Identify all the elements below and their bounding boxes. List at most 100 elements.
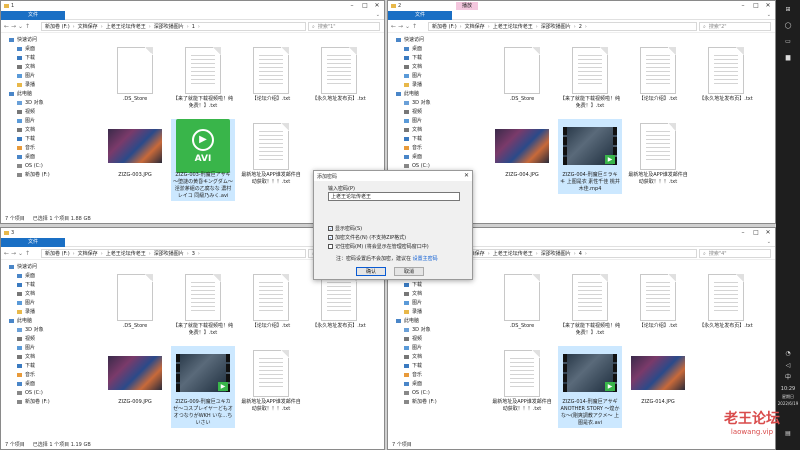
nav-item-videos[interactable]: 视频 bbox=[388, 334, 474, 343]
close-icon[interactable]: ✕ bbox=[371, 1, 383, 11]
recent-icon[interactable]: ⌄ bbox=[17, 250, 24, 257]
ribbon-expand-icon[interactable]: ⌄ bbox=[767, 12, 771, 18]
maximize-icon[interactable]: □ bbox=[750, 1, 762, 11]
maximize-icon[interactable]: □ bbox=[359, 1, 371, 11]
forward-icon[interactable]: → bbox=[10, 250, 17, 257]
nav-item-videos[interactable]: 视频 bbox=[1, 334, 87, 343]
file-item[interactable]: 【论坛介绍】.txt bbox=[239, 270, 303, 331]
nav-item-documents[interactable]: 文档 bbox=[1, 62, 87, 71]
encrypt-names-checkbox[interactable]: ✓ 加密文件名(N) (不支持ZIP格式) bbox=[328, 234, 406, 241]
dialog-close-icon[interactable]: ✕ bbox=[464, 172, 469, 179]
set-master-password-link[interactable]: 设置主密码 bbox=[413, 256, 438, 262]
nav-item-this_pc[interactable]: 此电脑 bbox=[1, 89, 87, 98]
password-input[interactable]: 上老王论坛传老王 bbox=[328, 192, 460, 201]
nav-item-pictures2[interactable]: 图片 bbox=[388, 343, 474, 352]
nav-item-objects3d[interactable]: 3D 对象 bbox=[388, 325, 474, 334]
ribbon-expand-icon[interactable]: ⌄ bbox=[376, 12, 380, 18]
nav-item-music[interactable]: 音乐 bbox=[388, 143, 474, 152]
breadcrumb-item[interactable]: 深邵吹播图片 bbox=[541, 23, 571, 30]
file-item[interactable]: 最新地址及APP谁发邮件自动获取！！！.txt bbox=[626, 119, 690, 187]
nav-item-desktop2[interactable]: 桌面 bbox=[388, 379, 474, 388]
nav-item-desktop[interactable]: 桌面 bbox=[1, 44, 87, 53]
breadcrumb-item[interactable]: 新加卷 (F:) bbox=[432, 23, 457, 30]
nav-item-drive_c[interactable]: OS (C:) bbox=[388, 388, 474, 397]
nav-item-music[interactable]: 音乐 bbox=[388, 370, 474, 379]
minimize-icon[interactable]: – bbox=[737, 228, 749, 238]
file-item[interactable]: .DS_Store bbox=[103, 270, 167, 331]
breadcrumb-item[interactable]: 上老王论坛传老王 bbox=[106, 23, 146, 30]
file-item[interactable]: 【永久地址发布页】.txt bbox=[694, 43, 758, 104]
file-item[interactable]: ZIZG-003.JPG bbox=[103, 119, 167, 180]
nav-item-drive_f[interactable]: 新加卷 (F:) bbox=[1, 397, 87, 406]
remember-password-checkbox[interactable]: 记住密码(M) (将会显示在管理密码窗口中) bbox=[328, 243, 429, 250]
breadcrumb-item[interactable]: 深邵吹播图片 bbox=[154, 23, 184, 30]
nav-item-pictures2[interactable]: 图片 bbox=[1, 116, 87, 125]
file-item[interactable]: ZIZG-014.JPG bbox=[626, 346, 690, 407]
nav-item-recordings[interactable]: 录播 bbox=[1, 80, 87, 89]
nav-item-drive_c[interactable]: OS (C:) bbox=[388, 161, 474, 170]
file-item[interactable]: .DS_Store bbox=[103, 43, 167, 104]
nav-item-downloads2[interactable]: 下载 bbox=[1, 134, 87, 143]
up-icon[interactable]: ↑ bbox=[24, 250, 31, 257]
breadcrumb-item[interactable]: 新加卷 (F:) bbox=[45, 250, 70, 257]
nav-item-pictures[interactable]: 图片 bbox=[1, 71, 87, 80]
show-password-checkbox[interactable]: ✓ 显示密码(S) bbox=[328, 225, 362, 232]
nav-item-documents[interactable]: 文档 bbox=[1, 289, 87, 298]
breadcrumb-item[interactable]: 文档保存 bbox=[465, 23, 485, 30]
ribbon-tab-0[interactable]: 文件 bbox=[1, 10, 65, 20]
breadcrumb-item[interactable]: 深邵吹播图片 bbox=[541, 250, 571, 257]
address-bar[interactable]: 新加卷 (F:) › 文档保存 › 上老王论坛传老王 › 深邵吹播图片 › 1 › bbox=[41, 22, 306, 31]
breadcrumb-item[interactable]: 文档保存 bbox=[78, 250, 98, 257]
breadcrumb-item[interactable]: 新加卷 (F:) bbox=[45, 23, 70, 30]
breadcrumb-item[interactable]: 上老王论坛传老王 bbox=[493, 23, 533, 30]
nav-item-downloads2[interactable]: 下载 bbox=[388, 134, 474, 143]
back-icon[interactable]: ← bbox=[3, 23, 10, 30]
cancel-button[interactable]: 取消 bbox=[394, 267, 424, 276]
file-item[interactable]: 【永久地址发布页】.txt bbox=[694, 270, 758, 331]
file-item[interactable]: 【永久地址发布页】.txt bbox=[307, 43, 371, 104]
breadcrumb-item[interactable]: 1 bbox=[192, 24, 195, 30]
maximize-icon[interactable]: □ bbox=[750, 228, 762, 238]
nav-item-desktop2[interactable]: 桌面 bbox=[1, 152, 87, 161]
file-item[interactable]: .DS_Store bbox=[490, 43, 554, 104]
ribbon-tab-0[interactable]: 文件 bbox=[388, 10, 452, 20]
back-icon[interactable]: ← bbox=[3, 250, 10, 257]
nav-item-documents[interactable]: 文档 bbox=[388, 289, 474, 298]
ribbon-tab-0[interactable]: 文件 bbox=[1, 237, 65, 247]
nav-item-quick_access[interactable]: 快速访问 bbox=[388, 35, 474, 44]
nav-item-pictures2[interactable]: 图片 bbox=[1, 343, 87, 352]
breadcrumb-item[interactable]: 深邵吹播图片 bbox=[154, 250, 184, 257]
nav-item-this_pc[interactable]: 此电脑 bbox=[1, 316, 87, 325]
minimize-icon[interactable]: – bbox=[737, 1, 749, 11]
nav-item-drive_c[interactable]: OS (C:) bbox=[1, 388, 87, 397]
breadcrumb-item[interactable]: 上老王论坛传老王 bbox=[106, 250, 146, 257]
file-item[interactable]: 【来了就能下载视频啦！纯免费！】.txt bbox=[171, 43, 235, 111]
nav-item-this_pc[interactable]: 此电脑 bbox=[388, 316, 474, 325]
nav-item-downloads[interactable]: 下载 bbox=[1, 53, 87, 62]
nav-item-documents2[interactable]: 文档 bbox=[388, 352, 474, 361]
nav-item-recordings[interactable]: 录播 bbox=[388, 307, 474, 316]
breadcrumb-item[interactable]: 上老王论坛传老王 bbox=[493, 250, 533, 257]
nav-item-desktop[interactable]: 桌面 bbox=[388, 44, 474, 53]
nav-item-pictures2[interactable]: 图片 bbox=[388, 116, 474, 125]
network-icon[interactable]: ◔ bbox=[776, 350, 800, 357]
nav-item-videos[interactable]: 视频 bbox=[1, 107, 87, 116]
nav-item-downloads2[interactable]: 下载 bbox=[1, 361, 87, 370]
nav-item-desktop2[interactable]: 桌面 bbox=[388, 152, 474, 161]
file-item[interactable]: 【来了就能下载视频啦！纯免费！】.txt bbox=[558, 270, 622, 338]
nav-item-desktop[interactable]: 桌面 bbox=[1, 271, 87, 280]
nav-item-quick_access[interactable]: 快速访问 bbox=[1, 262, 87, 271]
breadcrumb-item[interactable]: 2 bbox=[579, 24, 582, 30]
task-view-icon[interactable]: ▭ bbox=[776, 38, 800, 45]
back-icon[interactable]: ← bbox=[390, 23, 397, 30]
nav-item-downloads[interactable]: 下载 bbox=[1, 280, 87, 289]
nav-item-documents2[interactable]: 文档 bbox=[388, 125, 474, 134]
file-item[interactable]: 【论坛介绍】.txt bbox=[626, 270, 690, 331]
file-item[interactable]: 【论坛介绍】.txt bbox=[239, 43, 303, 104]
close-icon[interactable]: ✕ bbox=[762, 228, 774, 238]
breadcrumb-item[interactable]: 4 bbox=[579, 251, 582, 257]
nav-item-music[interactable]: 音乐 bbox=[1, 370, 87, 379]
nav-item-downloads[interactable]: 下载 bbox=[388, 280, 474, 289]
search-icon[interactable]: ◯ bbox=[776, 22, 800, 29]
file-item[interactable]: ZIZG-009.JPG bbox=[103, 346, 167, 407]
